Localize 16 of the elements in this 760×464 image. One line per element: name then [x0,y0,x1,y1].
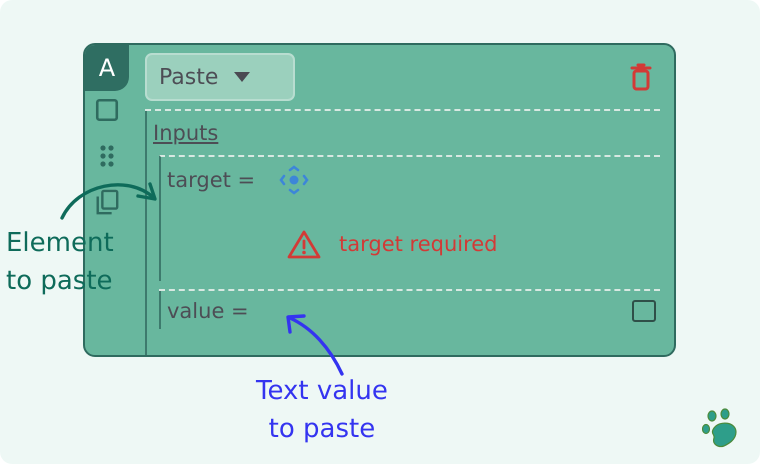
error-message: target required [339,232,498,256]
square-icon[interactable] [94,97,120,123]
copy-icon[interactable] [94,189,120,217]
input-label: target = [167,168,256,192]
section-title: Inputs [153,121,218,145]
caret-icon [234,72,250,82]
trash-icon[interactable] [630,62,652,92]
annotation-text: Text value to paste [256,375,388,446]
checkbox[interactable] [632,300,656,322]
input-label: value = [167,299,249,323]
annotation-arrow [286,314,346,376]
block-type-dropdown[interactable]: Paste [145,53,295,101]
block-badge: A [85,45,129,91]
move-icon[interactable] [279,165,310,195]
drag-handle-icon[interactable] [100,145,114,167]
warning-icon [287,229,321,259]
